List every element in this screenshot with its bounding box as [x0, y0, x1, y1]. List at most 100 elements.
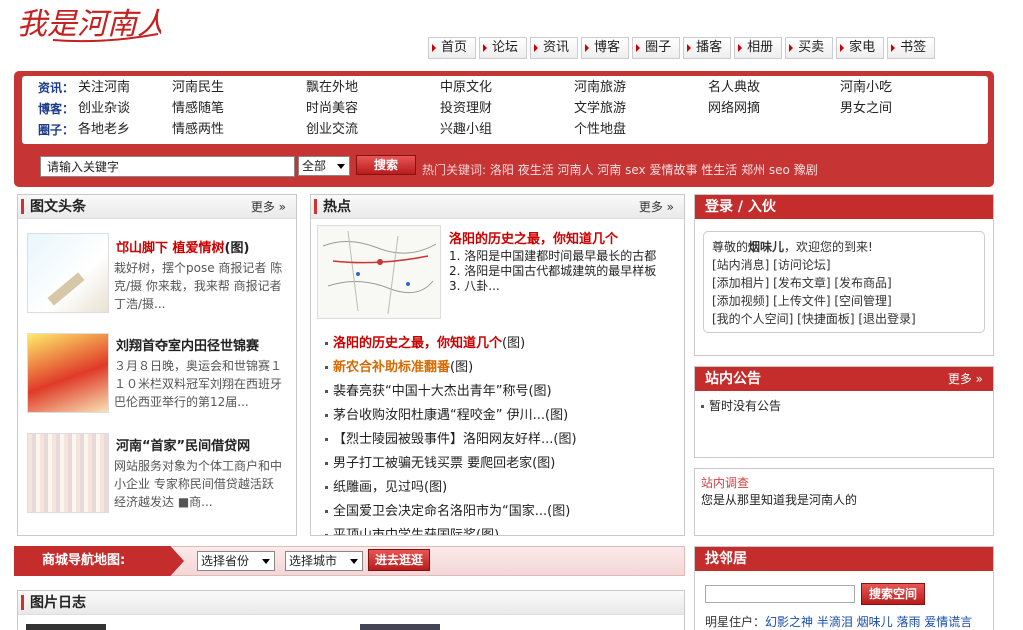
hot-list-item[interactable]: 纸雕画，见过吗(图): [325, 476, 447, 495]
category-link[interactable]: 男女之间: [840, 99, 892, 119]
nav-tab[interactable]: 播客: [683, 37, 732, 59]
hot-header: 热点 更多 »: [311, 195, 684, 219]
nav-tab[interactable]: 首页: [428, 37, 477, 59]
hot-item-title[interactable]: 茅台收购汝阳杜康遇“程咬金” 伊川...: [333, 408, 545, 423]
nav-tab[interactable]: 圈子: [632, 37, 681, 59]
site-logo[interactable]: 我是河南人: [13, 0, 167, 46]
hot-list-item[interactable]: 新农合补助标准翻番(图): [325, 356, 473, 375]
nav-tab[interactable]: 家电: [836, 37, 885, 59]
hot-item-title[interactable]: 纸雕画，见过吗: [333, 480, 424, 495]
news-thumb-1[interactable]: [27, 233, 109, 313]
hot-item-suffix: (图): [528, 384, 552, 399]
nav-tab[interactable]: 博客: [581, 37, 630, 59]
category-link[interactable]: 文学旅游: [574, 99, 626, 119]
login-link-row[interactable]: [我的个人空间] [快捷面板] [退出登录]: [712, 310, 916, 328]
hot-item-title[interactable]: 男子打工被骗无钱买票 要爬回老家: [333, 456, 532, 471]
nav-tab[interactable]: 资讯: [530, 37, 579, 59]
search-button[interactable]: 搜索: [356, 155, 416, 175]
hot-list-item[interactable]: 全国爱卫会决定命名洛阳市为“国家...(图): [325, 500, 570, 519]
feature-line[interactable]: 1. 洛阳是中国建都时间最早最长的古都: [449, 249, 656, 264]
login-links: [站内消息] [访问论坛] [添加相片] [发布文章] [发布商品] [添加视频] …: [712, 256, 916, 328]
photo-panel: 图片日志: [17, 590, 685, 630]
hot-keyword-links[interactable]: 洛阳 夜生活 河南人 河南 sex 爱情故事 性生活 郑州 seo 豫剧: [490, 163, 818, 177]
hot-list-item[interactable]: 平顶山市中学生获国际奖(图): [325, 524, 499, 535]
login-header: 登录 / 入伙: [695, 195, 993, 219]
category-link[interactable]: 各地老乡: [78, 120, 130, 140]
category-row-label: 博客：: [38, 102, 75, 116]
category-link[interactable]: 创业杂谈: [78, 99, 130, 119]
category-link[interactable]: 时尚美容: [306, 99, 358, 119]
login-link-row[interactable]: [添加视频] [上传文件] [空间管理]: [712, 292, 916, 310]
hot-list-item[interactable]: 裴春亮获“中国十大杰出青年”称号(图): [325, 380, 552, 399]
hot-item-title[interactable]: 新农合补助标准翻番: [333, 360, 450, 375]
mall-go-button[interactable]: 进去逛逛: [368, 549, 430, 571]
photo-thumb-2[interactable]: [360, 624, 440, 630]
nav-tab[interactable]: 相册: [734, 37, 783, 59]
city-select[interactable]: 选择城市: [285, 551, 363, 571]
hot-item-title[interactable]: 洛阳的历史之最，你知道几个: [333, 336, 502, 351]
hot-list-item[interactable]: 洛阳的历史之最，你知道几个(图): [325, 332, 525, 351]
login-link-row[interactable]: [添加相片] [发布文章] [发布商品]: [712, 274, 916, 292]
hot-item-suffix: (图): [502, 336, 526, 351]
nav-tab[interactable]: 买卖: [785, 37, 834, 59]
category-link[interactable]: 情感随笔: [172, 99, 224, 119]
news-panel: 图文头条 更多 » 邙山脚下 植爱情树(图) 栽好树，摆个pose 商报记者 陈克…: [17, 194, 297, 536]
news-thumb-2[interactable]: [27, 333, 109, 413]
notice-panel: 站内公告 更多 » 暂时没有公告: [694, 366, 994, 458]
category-link[interactable]: 河南旅游: [574, 78, 626, 98]
neighbor-search-button[interactable]: 搜索空间: [861, 583, 925, 605]
feature-line[interactable]: 3. 八卦...: [449, 279, 656, 294]
category-link[interactable]: 中原文化: [440, 78, 492, 98]
category-link[interactable]: 创业交流: [306, 120, 358, 140]
neighbor-panel: 找邻居 搜索空间 明星住户：幻影之神 半滴泪 烟味儿 落雨 爱情谎言: [694, 546, 994, 630]
category-link[interactable]: 河南小吃: [840, 78, 892, 98]
nav-tab[interactable]: 书签: [887, 37, 936, 59]
hot-item-title[interactable]: 全国爱卫会决定命名洛阳市为“国家...: [333, 504, 547, 519]
photo-thumb-1[interactable]: [26, 624, 106, 630]
survey-title: 站内调查: [701, 476, 750, 490]
category-link[interactable]: 情感两性: [172, 120, 224, 140]
category-link[interactable]: 个性地盘: [574, 120, 626, 140]
hot-item-title[interactable]: 【烈士陵园被毁事件】洛阳网友好样...: [333, 432, 553, 447]
hot-item-title[interactable]: 裴春亮获“中国十大杰出青年”称号: [333, 384, 528, 399]
category-link[interactable]: 关注河南: [78, 78, 130, 98]
neighbor-search-input[interactable]: [705, 585, 855, 603]
map-thumb[interactable]: [317, 225, 441, 319]
hot-list-item[interactable]: 男子打工被骗无钱买票 要爬回老家(图): [325, 452, 555, 471]
province-select[interactable]: 选择省份: [197, 551, 275, 571]
hot-more-link[interactable]: 更多 »: [639, 195, 674, 219]
news-title-2[interactable]: 刘翔首夺室内田径世锦赛: [116, 335, 259, 354]
hot-feature-title[interactable]: 洛阳的历史之最，你知道几个: [449, 228, 618, 247]
hot-item-suffix: (图): [545, 408, 569, 423]
login-link-row[interactable]: [站内消息] [访问论坛]: [712, 256, 916, 274]
notice-text: 暂时没有公告: [701, 397, 781, 414]
news-desc-1: 栽好树，摆个pose 商报记者 陈克/摄 你来栽，我来帮 商报记者 丁浩/摄..…: [114, 261, 283, 311]
hot-feature-lines: 1. 洛阳是中国建都时间最早最长的古都 2. 洛阳是中国古代都城建筑的最早样板 3.…: [449, 249, 656, 294]
search-scope-select[interactable]: 全部: [298, 156, 350, 176]
category-row-label: 圈子：: [38, 123, 75, 137]
news-title-3[interactable]: 河南“首家”民间借贷网: [116, 435, 250, 454]
category-row-label: 资讯：: [38, 81, 75, 95]
map-image: [318, 226, 440, 318]
survey-question[interactable]: 您是从那里知道我是河南人的: [701, 491, 857, 508]
category-link[interactable]: 兴趣小组: [440, 120, 492, 140]
nav-tab[interactable]: 论坛: [479, 37, 528, 59]
star-residents: 明星住户：幻影之神 半滴泪 烟味儿 落雨 爱情谎言: [705, 613, 972, 630]
category-link[interactable]: 名人典故: [708, 78, 760, 98]
news-desc-2: ３月８日晚，奥运会和世锦赛１１０米栏双料冠军刘翔在西班牙巴伦西亚举行的第12届.…: [114, 359, 283, 409]
category-link[interactable]: 河南民生: [172, 78, 224, 98]
category-link[interactable]: 网络网摘: [708, 99, 760, 119]
username: 烟味儿: [748, 240, 785, 254]
news-more-link[interactable]: 更多 »: [251, 195, 286, 219]
news-title-1[interactable]: 邙山脚下 植爱情树(图): [116, 237, 249, 256]
category-link[interactable]: 投资理财: [440, 99, 492, 119]
hot-item-title[interactable]: 平顶山市中学生获国际奖: [333, 528, 476, 535]
hot-list-item[interactable]: 茅台收购汝阳杜康遇“程咬金” 伊川...(图): [325, 404, 568, 423]
news-thumb-3[interactable]: [27, 433, 109, 513]
feature-line[interactable]: 2. 洛阳是中国古代都城建筑的最早样板: [449, 264, 656, 279]
notice-more-link[interactable]: 更多 »: [948, 367, 983, 391]
search-input[interactable]: [40, 156, 295, 177]
login-box: 尊敬的烟味儿，欢迎您的到来! [站内消息] [访问论坛] [添加相片] [发布文章…: [703, 231, 985, 333]
hot-list-item[interactable]: 【烈士陵园被毁事件】洛阳网友好样...(图): [325, 428, 577, 447]
category-link[interactable]: 飘在外地: [306, 78, 358, 98]
